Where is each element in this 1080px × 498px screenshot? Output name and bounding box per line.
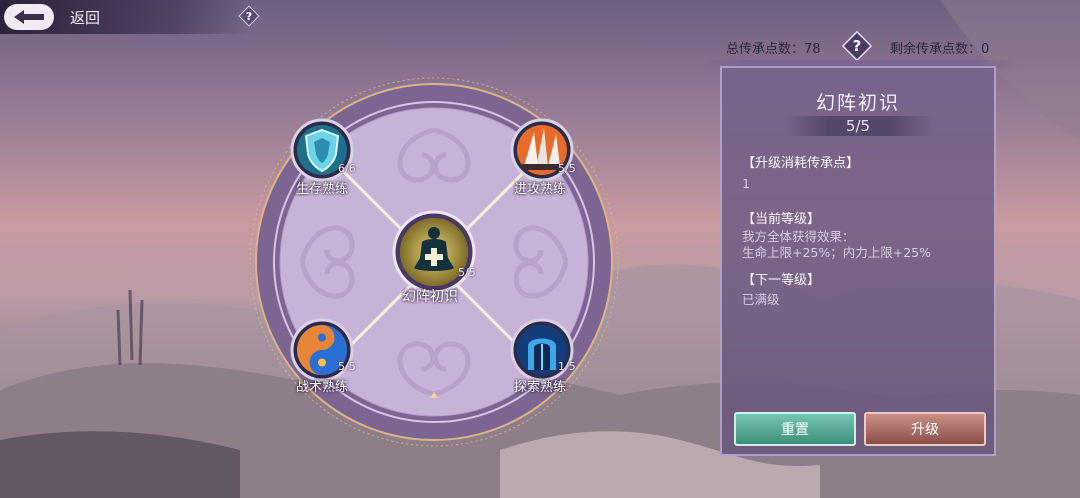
survival-label: 生存熟练 [296, 182, 349, 197]
node-attack[interactable] [510, 118, 574, 186]
node-center[interactable] [392, 210, 476, 298]
question-icon[interactable]: ? [840, 29, 874, 63]
panel-title: 幻阵初识 [815, 92, 900, 114]
explore-label: 探索熟练 [514, 380, 567, 395]
back-arrow-icon [14, 10, 44, 24]
next-level-heading: 【下一等级】 [742, 273, 821, 288]
current-effect-line1: 我方全体获得效果： [742, 229, 855, 244]
upgrade-button[interactable]: 升级 [864, 412, 986, 446]
center-level: 5/5 [458, 266, 476, 279]
attack-label: 进攻熟练 [514, 182, 567, 197]
survival-level: 6/6 [338, 162, 356, 175]
cost-value: 1 [742, 176, 750, 191]
panel-level: 5/5 [845, 117, 871, 135]
back-label[interactable]: 返回 [70, 7, 100, 28]
next-level-value: 已满级 [742, 292, 780, 307]
current-effect-line2: 生命上限+25%；内力上限+25% [742, 245, 932, 260]
svg-text:?: ? [246, 10, 252, 23]
node-survival[interactable] [290, 118, 354, 186]
back-button[interactable] [4, 4, 54, 30]
question-icon[interactable]: ? [238, 5, 260, 27]
explore-level: 1/5 [558, 360, 576, 373]
attack-level: 5/5 [558, 162, 576, 175]
tactics-label: 战术熟练 [296, 380, 349, 395]
tactics-level: 5/5 [338, 360, 356, 373]
meditation-icon [392, 210, 476, 294]
detail-panel: 幻阵初识 5/5 【升级消耗传承点】 1 【当前等级】 我方全体获得效果： 生命… [720, 66, 996, 456]
current-level-heading: 【当前等级】 [742, 212, 821, 227]
center-label: 幻阵初识 [402, 289, 458, 305]
skill-wheel: 6/6 生存熟练 5/5 进攻熟练 5/5 幻阵初识 5/5 战术熟练 1/5 … [242, 70, 626, 454]
cost-heading: 【升级消耗传承点】 [742, 156, 860, 171]
remaining-points: 剩余传承点数：0 [890, 42, 990, 57]
reset-button[interactable]: 重置 [734, 412, 856, 446]
svg-text:?: ? [853, 37, 862, 55]
total-points: 总传承点数：78 [726, 42, 821, 57]
